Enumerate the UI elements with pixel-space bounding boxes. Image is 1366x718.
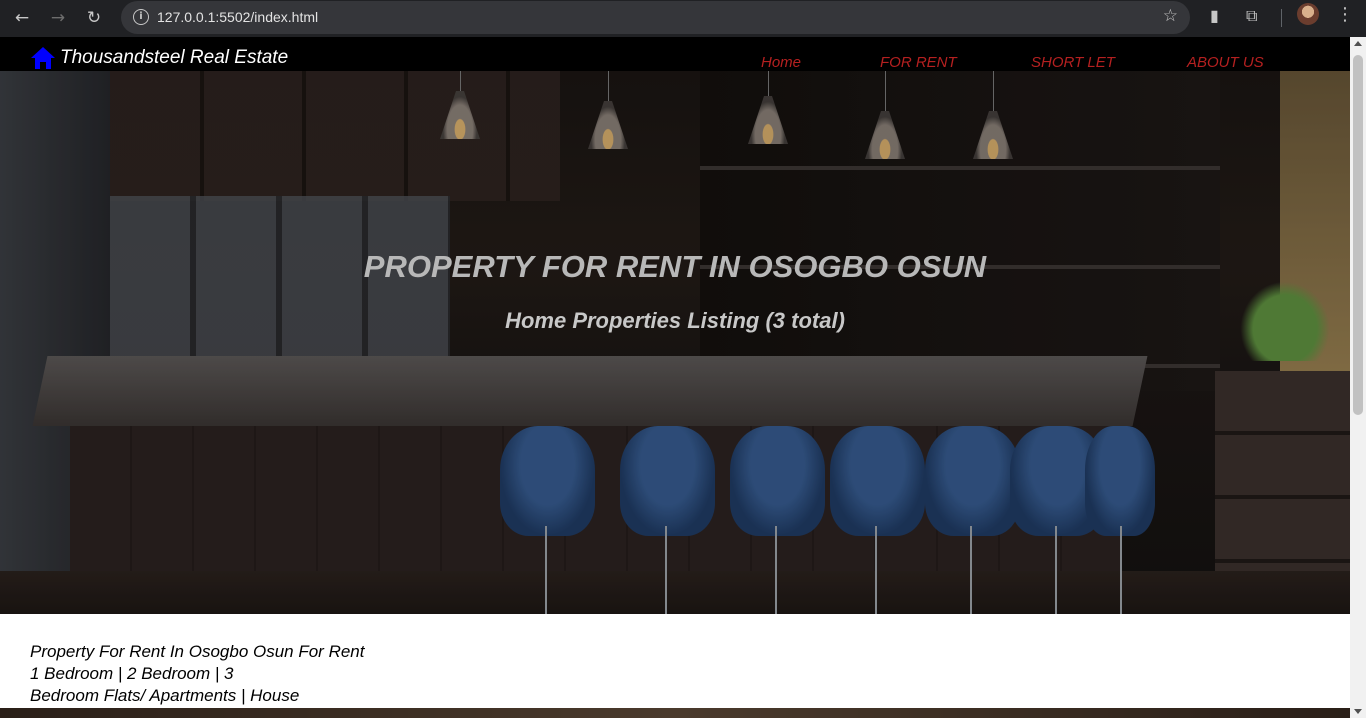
nav-home[interactable]: Home xyxy=(761,54,801,71)
scroll-up-arrow[interactable] xyxy=(1354,41,1362,46)
address-bar[interactable]: i 127.0.0.1:5502/index.html ☆ xyxy=(121,1,1190,34)
brand-name: Thousandsteel Real Estate xyxy=(60,47,289,68)
intro-line: Bedroom Flats/ Apartments | House xyxy=(30,686,300,705)
home-icon xyxy=(31,47,55,69)
back-button[interactable]: ← xyxy=(8,4,36,32)
brand[interactable]: Thousandsteel Real Estate xyxy=(30,46,288,70)
site-navbar: Thousandsteel Real Estate Home FOR RENT … xyxy=(0,37,1350,71)
page-scrollbar[interactable] xyxy=(1350,37,1366,718)
star-icon[interactable]: ☆ xyxy=(1163,6,1178,26)
intro-line: 1 Bedroom | 2 Bedroom | 3 xyxy=(30,664,234,683)
puzzle-icon[interactable]: ⧉ xyxy=(1246,6,1257,26)
kebab-menu-icon[interactable]: ⋮ xyxy=(1336,4,1354,25)
nav-short-let[interactable]: SHORT LET xyxy=(1031,54,1115,71)
nav-about-us[interactable]: ABOUT US xyxy=(1187,54,1264,71)
scroll-down-arrow[interactable] xyxy=(1354,709,1362,714)
info-icon[interactable]: i xyxy=(133,9,149,25)
next-section-image xyxy=(0,708,1350,718)
page-viewport: Thousandsteel Real Estate Home FOR RENT … xyxy=(0,37,1350,718)
url-text[interactable]: 127.0.0.1:5502/index.html xyxy=(157,9,318,25)
listing-intro: Property For Rent In Osogbo Osun For Ren… xyxy=(30,641,430,707)
forward-button[interactable]: → xyxy=(44,4,72,32)
reload-button[interactable]: ↻ xyxy=(80,4,108,32)
toolbar-divider xyxy=(1281,9,1282,27)
browser-toolbar: ← → ↻ i 127.0.0.1:5502/index.html ☆ ▮ ⧉ … xyxy=(0,0,1366,37)
extension-icon[interactable]: ▮ xyxy=(1210,6,1219,25)
hero-subtitle: Home Properties Listing (3 total) xyxy=(505,308,845,333)
scroll-thumb[interactable] xyxy=(1353,55,1363,415)
hero-title: PROPERTY FOR RENT IN OSOGBO OSUN xyxy=(363,249,987,284)
hero-banner: PROPERTY FOR RENT IN OSOGBO OSUN Home Pr… xyxy=(0,71,1350,614)
intro-line: Property For Rent In Osogbo Osun For Ren… xyxy=(30,642,365,661)
nav-for-rent[interactable]: FOR RENT xyxy=(880,54,957,71)
hero-overlay xyxy=(0,71,1350,614)
profile-avatar[interactable] xyxy=(1297,3,1319,25)
